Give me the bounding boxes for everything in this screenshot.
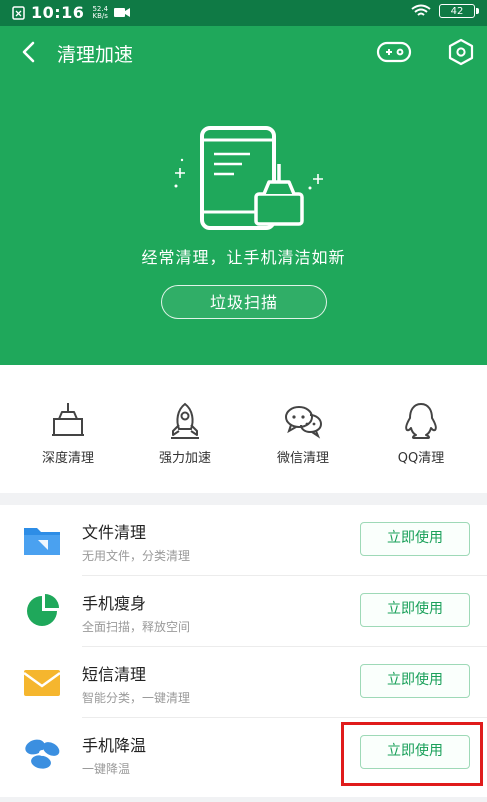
slogan-text: 经常清理，让手机清洁如新	[141, 248, 346, 267]
page-title: 清理加速	[57, 44, 134, 66]
pie-chart-icon	[27, 594, 59, 626]
tool-title: 文件清理	[82, 523, 147, 542]
tool-subtitle: 一键降温	[82, 762, 131, 776]
tool-subtitle: 全面扫描，释放空间	[82, 620, 191, 634]
sim-icon	[12, 5, 25, 20]
quick-action-boost[interactable]: 强力加速	[130, 401, 240, 466]
wechat-icon	[285, 406, 323, 439]
phone-cleaning-illustration	[174, 126, 323, 230]
envelope-icon	[23, 670, 61, 696]
wifi-icon	[411, 4, 431, 16]
quick-actions-panel: 深度清理 强力加速 微信清理 QQ清理	[0, 365, 487, 493]
list-item-file-clean: 文件清理 无用文件，分类清理 立即使用	[0, 505, 487, 576]
junk-scan-button[interactable]: 垃圾扫描	[161, 285, 327, 319]
broom-icon	[52, 403, 84, 436]
use-now-button[interactable]: 立即使用	[360, 522, 470, 556]
tool-title: 短信清理	[82, 665, 147, 684]
list-item-phone-slim: 手机瘦身 全面扫描，释放空间 立即使用	[0, 576, 487, 647]
qq-icon	[405, 403, 437, 439]
status-bar: 10:16 52.4 KB/s 42	[0, 0, 487, 26]
highlight-box	[341, 722, 483, 786]
folder-icon	[24, 528, 60, 555]
settings-hexagon-icon[interactable]	[447, 38, 475, 66]
quick-action-label: QQ清理	[397, 451, 445, 466]
back-arrow-icon[interactable]	[18, 40, 42, 64]
tool-subtitle: 智能分类，一键清理	[82, 691, 191, 705]
tool-title: 手机瘦身	[82, 594, 147, 613]
rocket-icon	[171, 402, 199, 439]
use-now-button[interactable]: 立即使用	[360, 664, 470, 698]
gamepad-icon[interactable]	[376, 40, 412, 64]
quick-action-qq-clean[interactable]: QQ清理	[366, 401, 476, 466]
quick-action-wechat-clean[interactable]: 微信清理	[248, 401, 358, 466]
hero-panel: 清理加速 经常清理，让手机清洁如新 垃圾扫描	[0, 26, 487, 365]
use-now-button[interactable]: 立即使用	[360, 593, 470, 627]
tool-title: 手机降温	[82, 736, 147, 755]
fan-icon	[25, 739, 60, 769]
list-item-sms-clean: 短信清理 智能分类，一键清理 立即使用	[0, 647, 487, 718]
quick-action-label: 深度清理	[41, 451, 94, 466]
tool-subtitle: 无用文件，分类清理	[82, 549, 191, 563]
network-speed: 52.4 KB/s	[92, 4, 109, 20]
battery-indicator: 42	[439, 4, 479, 18]
quick-action-deep-clean[interactable]: 深度清理	[13, 401, 123, 466]
quick-action-label: 强力加速	[158, 451, 211, 466]
quick-action-label: 微信清理	[276, 451, 329, 466]
status-time: 10:16	[31, 3, 85, 22]
video-icon	[114, 8, 131, 17]
